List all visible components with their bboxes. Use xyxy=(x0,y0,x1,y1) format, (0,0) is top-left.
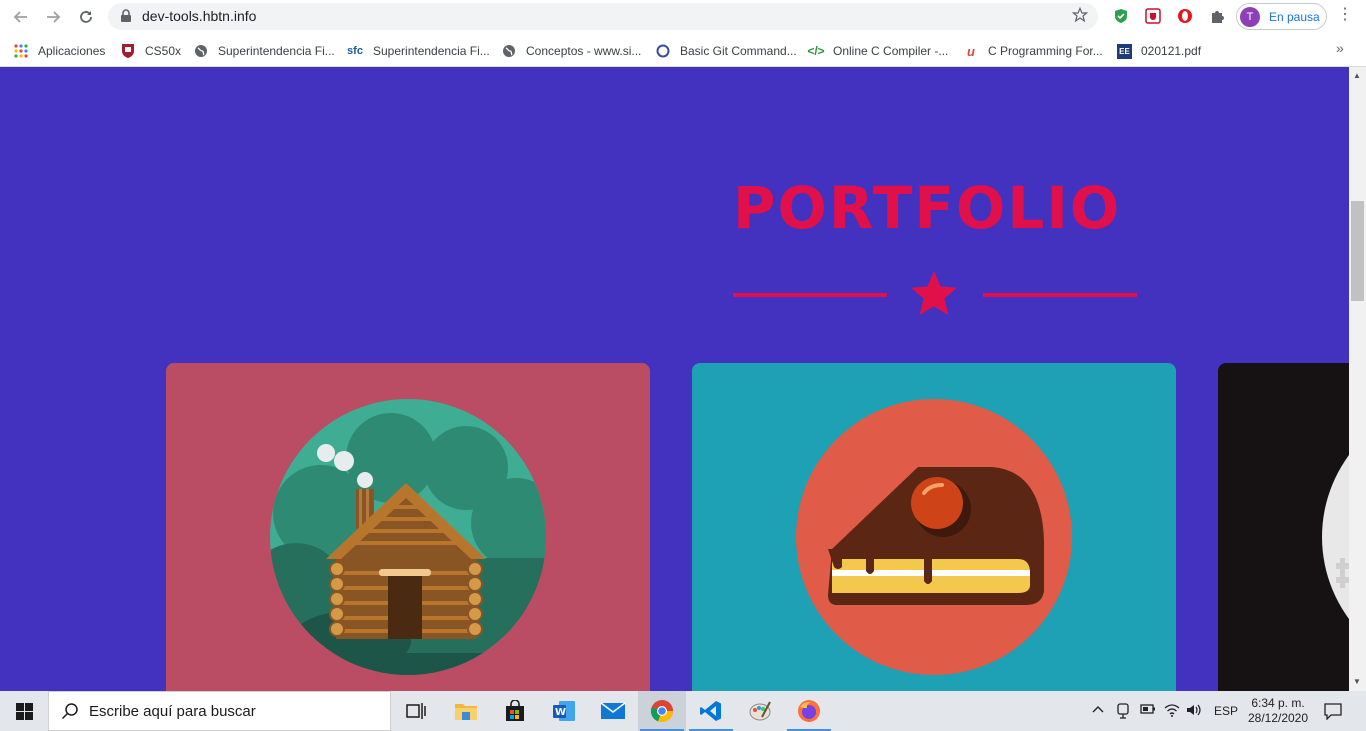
bookmark-label: Basic Git Command... xyxy=(680,44,797,58)
clock-time: 6:34 p. m. xyxy=(1251,696,1305,710)
mail-icon xyxy=(600,702,626,719)
harvard-shield-icon xyxy=(120,43,136,59)
shield-extension-icon[interactable] xyxy=(1144,7,1162,25)
chrome-menu-icon[interactable]: ⋮ xyxy=(1337,7,1353,23)
sfc-logo-icon: sfc xyxy=(347,45,363,57)
url-text: dev-tools.hbtn.info xyxy=(142,8,257,24)
bookmark-pdf[interactable]: EE 020121.pdf xyxy=(1117,41,1201,61)
wifi-icon[interactable] xyxy=(1164,703,1180,720)
partial-illustration xyxy=(1322,455,1349,619)
address-bar[interactable]: dev-tools.hbtn.info xyxy=(108,3,1098,30)
adguard-extension-icon[interactable] xyxy=(1112,7,1130,25)
ee-icon: EE xyxy=(1117,43,1132,59)
show-hidden-icons-icon[interactable] xyxy=(1092,703,1104,718)
word-button[interactable]: W xyxy=(540,691,588,731)
arrow-left-icon xyxy=(13,11,27,23)
bookmark-label: CS50x xyxy=(145,44,182,58)
avatar: T xyxy=(1240,6,1260,27)
clock-date: 28/12/2020 xyxy=(1247,711,1309,725)
code-icon: </> xyxy=(807,44,825,58)
meet-now-icon[interactable] xyxy=(1116,703,1130,722)
vscode-button[interactable] xyxy=(687,691,735,731)
clock[interactable]: 6:34 p. m. 28/12/2020 xyxy=(1246,696,1310,726)
profile-status-label: En pausa xyxy=(1269,9,1320,24)
back-button[interactable] xyxy=(9,5,33,29)
apps-grid-icon xyxy=(13,43,29,59)
title-divider-left xyxy=(733,293,887,297)
browser-toolbar: dev-tools.hbtn.info T En pausa ⋮ xyxy=(0,0,1366,34)
bookmark-label: 020121.pdf xyxy=(1141,44,1202,58)
start-button[interactable] xyxy=(0,691,48,731)
portfolio-card-cake[interactable] xyxy=(692,363,1176,691)
bookmark-superintendencia-2[interactable]: sfc Superintendencia Fi... xyxy=(346,41,490,61)
ring-icon xyxy=(655,43,671,59)
bookmark-apps[interactable]: Aplicaciones xyxy=(13,41,105,61)
bookmark-star-icon[interactable] xyxy=(1072,7,1088,23)
opera-extension-icon[interactable] xyxy=(1176,7,1194,25)
mail-button[interactable] xyxy=(589,691,637,731)
bookmark-label: C Programming For... xyxy=(988,44,1103,58)
input-language[interactable]: ESP xyxy=(1214,704,1238,718)
bookmark-basic-git[interactable]: Basic Git Command... xyxy=(655,41,797,61)
star-icon xyxy=(911,271,957,315)
portfolio-card-partial[interactable] xyxy=(1218,363,1349,691)
paint-icon xyxy=(749,701,771,721)
page-viewport: PORTFOLIO xyxy=(0,67,1349,691)
store-button[interactable] xyxy=(491,691,539,731)
windows-taskbar: Escribe aquí para buscar W ESP 6:34 p. m… xyxy=(0,691,1366,731)
udemy-icon: u xyxy=(967,43,975,59)
bookmarks-bar: Aplicaciones CS50x Superintendencia Fi..… xyxy=(0,34,1366,67)
arrow-right-icon xyxy=(47,11,61,23)
task-view-button[interactable] xyxy=(392,691,440,731)
vscode-icon xyxy=(700,701,721,721)
page-title: PORTFOLIO xyxy=(733,174,1122,242)
firefox-button[interactable] xyxy=(785,691,833,731)
portfolio-card-cabin[interactable] xyxy=(166,363,650,691)
forward-button[interactable] xyxy=(41,5,65,29)
bookmarks-overflow-icon[interactable]: » xyxy=(1336,40,1344,56)
windows-logo-icon xyxy=(15,702,33,720)
page-scrollbar[interactable]: ▲ ▼ xyxy=(1349,67,1366,691)
bookmark-label: Aplicaciones xyxy=(38,44,106,58)
bookmark-label: Superintendencia Fi... xyxy=(218,44,335,58)
paint-button[interactable] xyxy=(736,691,784,731)
taskbar-search-input[interactable]: Escribe aquí para buscar xyxy=(48,691,391,731)
chrome-icon xyxy=(650,700,674,723)
extensions-puzzle-icon[interactable] xyxy=(1208,7,1226,25)
bookmark-cs50x[interactable]: CS50x xyxy=(120,41,181,61)
firefox-icon xyxy=(798,700,820,722)
profile-button[interactable]: T En pausa xyxy=(1236,3,1327,30)
lock-icon xyxy=(121,9,131,22)
task-view-icon xyxy=(406,703,426,719)
volume-icon[interactable] xyxy=(1186,703,1202,720)
bookmark-c-programming[interactable]: u C Programming For... xyxy=(963,41,1103,61)
reload-button[interactable] xyxy=(74,5,98,29)
chrome-button[interactable] xyxy=(638,691,686,731)
file-explorer-button[interactable] xyxy=(442,691,490,731)
file-explorer-icon xyxy=(455,704,477,720)
cake-slice-illustration xyxy=(796,399,1072,675)
bookmark-label: Online C Compiler -... xyxy=(833,44,949,58)
log-cabin-illustration xyxy=(270,399,546,675)
store-icon xyxy=(506,700,524,721)
bookmark-online-c-compiler[interactable]: </> Online C Compiler -... xyxy=(807,41,949,61)
notifications-icon[interactable] xyxy=(1324,702,1342,725)
bookmark-superintendencia-1[interactable]: Superintendencia Fi... xyxy=(193,41,335,61)
bookmark-label: Conceptos - www.si... xyxy=(526,44,642,58)
globe-icon xyxy=(501,43,517,59)
scroll-thumb[interactable] xyxy=(1351,201,1364,301)
scroll-up-arrow-icon[interactable]: ▲ xyxy=(1353,71,1361,80)
battery-icon[interactable] xyxy=(1140,703,1156,718)
title-divider-right xyxy=(983,293,1137,297)
search-placeholder: Escribe aquí para buscar xyxy=(89,702,256,720)
svg-text:W: W xyxy=(555,707,566,718)
reload-icon xyxy=(80,11,92,23)
scroll-down-arrow-icon[interactable]: ▼ xyxy=(1353,677,1361,686)
word-icon: W xyxy=(553,701,575,721)
bookmark-conceptos[interactable]: Conceptos - www.si... xyxy=(501,41,641,61)
bookmark-label: Superintendencia Fi... xyxy=(373,44,490,58)
search-icon xyxy=(61,703,78,720)
globe-icon xyxy=(193,43,209,59)
